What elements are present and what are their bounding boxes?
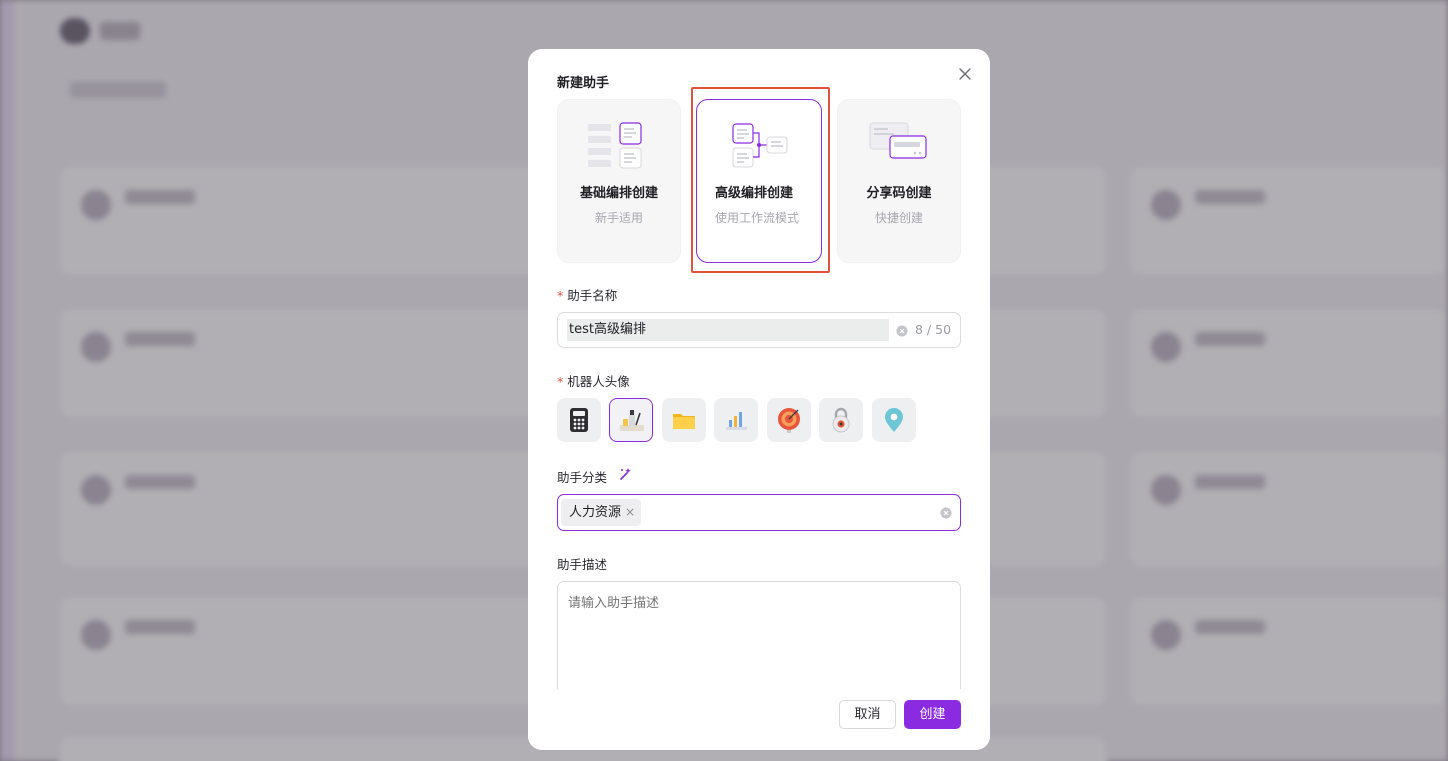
- avatar-option-target[interactable]: [767, 398, 811, 442]
- map-pin-icon: [885, 408, 903, 432]
- assistant-category-label: 助手分类: [557, 470, 608, 485]
- cancel-button[interactable]: 取消: [839, 700, 896, 729]
- bar-chart-icon: [726, 412, 747, 430]
- avatar-option-folder[interactable]: [662, 398, 706, 442]
- mode-card-subtitle: 使用工作流模式: [715, 211, 800, 225]
- mode-card-title: 高级编排创建: [715, 186, 794, 201]
- assistant-name-value[interactable]: test高级编排: [567, 319, 889, 341]
- category-tag-label: 人力资源: [569, 505, 622, 520]
- avatar-option-padlock[interactable]: [819, 398, 863, 442]
- mode-card-title: 基础编排创建: [579, 186, 658, 201]
- mode-card-share-code[interactable]: 分享码创建 快捷创建: [837, 99, 961, 263]
- new-assistant-dialog: 新建助手 基础编排创建 新手适用 高级编排创建 使用工作流模式 分享码创建 快捷…: [528, 49, 990, 750]
- desk-lamp-icon: [620, 410, 644, 431]
- clear-select-icon[interactable]: [940, 507, 952, 519]
- magic-wand-icon[interactable]: [619, 467, 633, 481]
- assistant-description-textarea[interactable]: [557, 581, 961, 701]
- share-code-icon: [838, 120, 960, 172]
- create-button[interactable]: 创建: [904, 700, 961, 729]
- dialog-title: 新建助手: [557, 76, 610, 91]
- mode-card-subtitle: 快捷创建: [874, 211, 923, 225]
- close-icon[interactable]: [956, 65, 974, 83]
- avatar-option-map-pin[interactable]: [872, 398, 916, 442]
- assistant-name-label: * 助手名称: [557, 285, 617, 304]
- mode-card-advanced[interactable]: 高级编排创建 使用工作流模式: [696, 99, 822, 263]
- workflow-icon: [697, 120, 821, 172]
- category-tag: 人力资源 ×: [561, 499, 642, 526]
- mode-card-basic[interactable]: 基础编排创建 新手适用: [557, 99, 681, 263]
- assistant-description-label: 助手描述: [557, 557, 608, 572]
- folder-icon: [673, 414, 695, 429]
- assistant-name-label-text: 助手名称: [567, 288, 618, 303]
- assistant-category-select[interactable]: 人力资源 ×: [557, 494, 961, 531]
- required-mark: *: [557, 288, 564, 303]
- mode-card-subtitle: 新手适用: [594, 211, 643, 225]
- padlock-icon: [832, 407, 850, 433]
- avatar-option-calculator[interactable]: [557, 398, 601, 442]
- target-icon: [778, 408, 800, 433]
- calculator-icon: [570, 408, 588, 432]
- avatar-option-desk-lamp[interactable]: [609, 398, 653, 442]
- basic-layout-icon: [558, 120, 680, 172]
- required-mark: *: [557, 374, 564, 389]
- clear-input-icon[interactable]: [896, 325, 908, 337]
- tag-remove-icon[interactable]: ×: [625, 499, 635, 526]
- assistant-name-input[interactable]: test高级编排 8 / 50: [557, 312, 961, 348]
- character-counter: 8 / 50: [915, 322, 952, 337]
- mode-card-title: 分享码创建: [866, 186, 932, 201]
- avatar-option-bar-chart[interactable]: [714, 398, 758, 442]
- robot-avatar-label-text: 机器人头像: [567, 374, 630, 389]
- robot-avatar-label: * 机器人头像: [557, 371, 630, 390]
